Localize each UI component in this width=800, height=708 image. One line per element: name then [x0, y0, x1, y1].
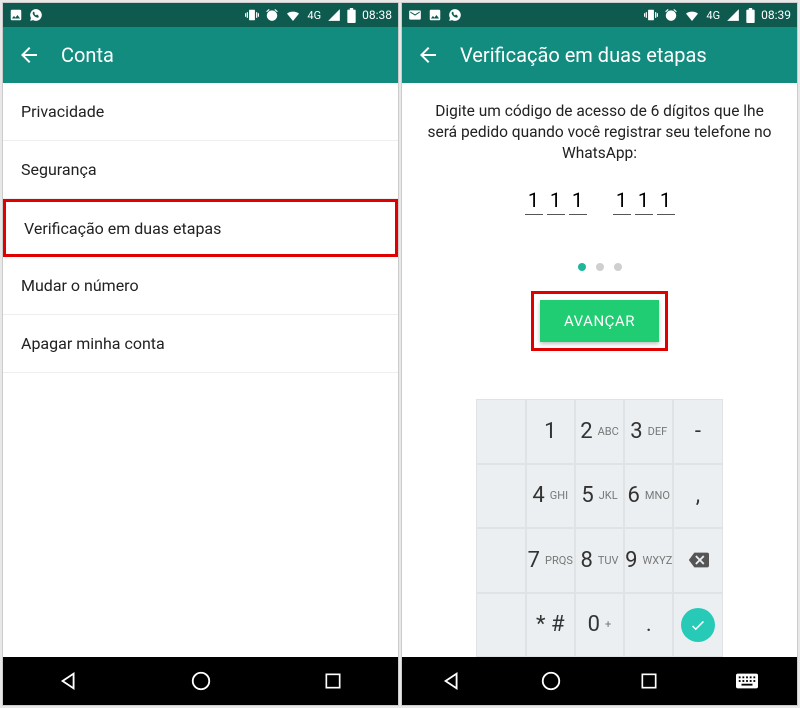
key-6[interactable]: 6MNO [624, 464, 673, 529]
pin-digit: 1 [525, 188, 543, 215]
nav-bar [3, 657, 398, 705]
key-dash[interactable]: - [673, 399, 722, 464]
key-blank [476, 399, 525, 464]
app-bar-title: Verificação em duas etapas [460, 43, 707, 67]
dot [614, 263, 622, 271]
image-icon [9, 8, 23, 22]
pin-digit: 1 [657, 188, 675, 215]
pin-input[interactable]: 1 1 1 1 1 1 [525, 188, 675, 215]
key-9[interactable]: 9WXYZ [624, 528, 673, 593]
advance-button[interactable]: AVANÇAR [540, 300, 659, 342]
wifi-icon [285, 7, 301, 23]
alarm-icon [265, 8, 279, 22]
key-8[interactable]: 8TUV [575, 528, 624, 593]
signal-icon [726, 8, 740, 22]
progress-dots [578, 263, 622, 271]
network-label: 4G [307, 9, 321, 22]
battery-icon [746, 8, 755, 23]
nav-bar [402, 657, 797, 705]
instruction-text: Digite um código de acesso de 6 dígitos … [402, 83, 797, 182]
clock-time: 08:39 [761, 8, 791, 22]
vibrate-icon [245, 8, 259, 22]
key-7[interactable]: 7PRQS [526, 528, 575, 593]
wifi-icon [684, 7, 700, 23]
check-icon [689, 616, 707, 634]
pin-digit: 1 [613, 188, 631, 215]
key-blank [476, 528, 525, 593]
whatsapp-icon [448, 8, 462, 22]
image-icon [428, 8, 442, 22]
phone-left: 4G 08:38 Conta Privacidade Segurança Ver… [2, 2, 399, 706]
pin-digit: 1 [547, 188, 565, 215]
key-period[interactable]: . [624, 593, 673, 658]
two-step-content: Digite um código de acesso de 6 dígitos … [402, 83, 797, 657]
numeric-keypad: 1 2ABC 3DEF - 4GHI 5JKL 6MNO , 7PRQS 8TU… [476, 399, 722, 657]
key-ok[interactable] [673, 593, 722, 658]
backspace-icon [687, 549, 709, 571]
phone-right: 4G 08:39 Verificação em duas etapas Digi… [401, 2, 798, 706]
pin-digit: 1 [569, 188, 587, 215]
alarm-icon [664, 8, 678, 22]
whatsapp-icon [29, 8, 43, 22]
key-blank [476, 464, 525, 529]
settings-item-security[interactable]: Segurança [3, 141, 398, 199]
settings-item-delete-account[interactable]: Apagar minha conta [3, 315, 398, 373]
settings-list: Privacidade Segurança Verificação em dua… [3, 83, 398, 657]
dot [596, 263, 604, 271]
settings-item-privacy[interactable]: Privacidade [3, 83, 398, 141]
key-symbols[interactable]: * # [526, 593, 575, 658]
advance-highlight: AVANÇAR [531, 291, 668, 351]
battery-icon [347, 8, 356, 23]
vibrate-icon [644, 8, 658, 22]
back-icon[interactable] [416, 43, 440, 67]
app-bar: Conta [3, 27, 398, 83]
clock-time: 08:38 [362, 8, 392, 22]
nav-recent-icon[interactable] [639, 671, 659, 691]
settings-item-change-number[interactable]: Mudar o número [3, 257, 398, 315]
nav-recent-icon[interactable] [323, 671, 343, 691]
nav-keyboard-icon[interactable] [736, 673, 758, 689]
key-5[interactable]: 5JKL [575, 464, 624, 529]
status-bar: 4G 08:38 [3, 3, 398, 27]
nav-home-icon[interactable] [190, 670, 212, 692]
back-icon[interactable] [17, 43, 41, 67]
nav-back-icon[interactable] [58, 670, 80, 692]
dot-active [578, 263, 586, 271]
key-blank [476, 593, 525, 658]
settings-item-two-step[interactable]: Verificação em duas etapas [3, 199, 398, 257]
nav-home-icon[interactable] [540, 670, 562, 692]
nav-back-icon[interactable] [441, 670, 463, 692]
pin-digit: 1 [635, 188, 653, 215]
status-bar: 4G 08:39 [402, 3, 797, 27]
network-label: 4G [706, 9, 720, 22]
gmail-icon [408, 8, 422, 22]
key-3[interactable]: 3DEF [624, 399, 673, 464]
key-4[interactable]: 4GHI [526, 464, 575, 529]
key-comma[interactable]: , [673, 464, 722, 529]
app-bar-title: Conta [61, 43, 114, 67]
key-2[interactable]: 2ABC [575, 399, 624, 464]
key-1[interactable]: 1 [526, 399, 575, 464]
key-backspace[interactable] [673, 528, 722, 593]
app-bar: Verificação em duas etapas [402, 27, 797, 83]
key-0[interactable]: 0+ [575, 593, 624, 658]
signal-icon [327, 8, 341, 22]
